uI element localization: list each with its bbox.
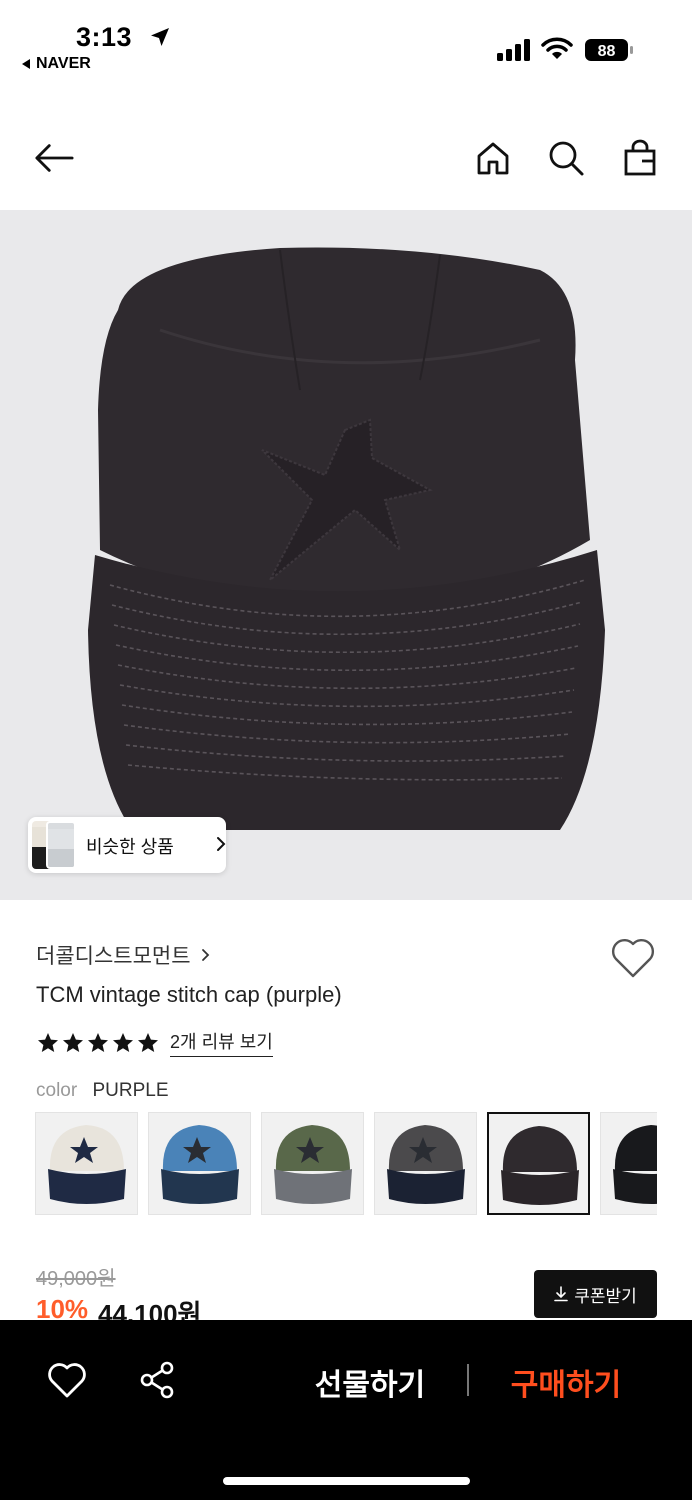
back-app-label: NAVER — [36, 55, 91, 72]
swatch-cap-image — [48, 1125, 126, 1204]
gift-button[interactable]: 선물하기 — [300, 1360, 440, 1404]
rating-row: 2개 리뷰 보기 — [36, 1028, 273, 1057]
back-to-app-link[interactable]: NAVER — [22, 55, 91, 73]
swatch-cap-image — [274, 1125, 352, 1204]
home-indicator[interactable] — [223, 1477, 470, 1485]
review-link[interactable]: 2개 리뷰 보기 — [170, 1028, 273, 1057]
back-button[interactable] — [34, 138, 74, 178]
swatch-cap-image — [613, 1125, 657, 1204]
color-label: color — [36, 1080, 78, 1101]
cart-button[interactable] — [620, 138, 660, 178]
back-triangle-icon — [22, 59, 30, 69]
battery-level: 88 — [598, 43, 616, 60]
top-navigation — [0, 120, 692, 200]
cellular-signal-icon — [497, 39, 530, 61]
brand-name: 더콜디스트모먼트 — [36, 945, 191, 968]
location-arrow-icon — [151, 28, 169, 46]
status-time: 3:13 — [76, 22, 133, 52]
back-arrow-icon — [35, 144, 74, 172]
star-rating — [36, 1031, 160, 1055]
color-swatch-charcoal-navy[interactable] — [374, 1112, 477, 1215]
original-price: 49,000원 — [36, 1268, 116, 1290]
home-icon — [477, 142, 509, 175]
wifi-icon — [541, 37, 573, 59]
swatch-cap-image — [161, 1125, 239, 1204]
search-icon — [549, 141, 584, 176]
bottom-action-bar: 선물하기 구매하기 — [0, 1320, 692, 1500]
wishlist-heart-icon[interactable] — [46, 1360, 88, 1400]
color-swatch-blue-navy[interactable] — [148, 1112, 251, 1215]
star-icon — [88, 1032, 108, 1052]
star-icon — [38, 1032, 58, 1052]
product-title: TCM vintage stitch cap (purple) — [36, 982, 342, 1007]
swatch-cap-image — [387, 1125, 465, 1204]
coupon-label: 쿠폰받기 — [574, 1286, 637, 1306]
shopping-bag-icon — [624, 139, 656, 176]
color-swatch-khaki-grey[interactable] — [261, 1112, 364, 1215]
buy-button[interactable]: 구매하기 — [496, 1360, 636, 1404]
similar-thumbnail-2 — [46, 821, 76, 869]
color-value: PURPLE — [92, 1080, 169, 1101]
home-button[interactable] — [473, 138, 513, 178]
star-icon — [63, 1032, 83, 1052]
swatch-cap-image — [501, 1126, 579, 1205]
chevron-right-icon — [217, 837, 226, 851]
similar-products-button[interactable]: 비슷한 상품 — [28, 817, 226, 873]
coupon-button[interactable]: 쿠폰받기 — [534, 1270, 657, 1318]
download-icon — [554, 1286, 569, 1302]
search-button[interactable] — [546, 138, 586, 178]
divider — [467, 1364, 469, 1396]
status-bar: 3:13 NAVER 88 — [0, 0, 692, 90]
star-icon — [138, 1032, 158, 1052]
color-option-row: color PURPLE — [36, 1080, 169, 1102]
brand-link[interactable]: 더콜디스트모먼트 — [36, 940, 210, 970]
chevron-right-icon — [201, 949, 209, 961]
product-image[interactable] — [0, 210, 692, 900]
color-swatches — [35, 1112, 657, 1216]
color-swatch-ivory-navy[interactable] — [35, 1112, 138, 1215]
color-swatch-purple[interactable] — [487, 1112, 590, 1215]
similar-products-label: 비슷한 상품 — [86, 837, 174, 857]
battery-icon: 88 — [585, 39, 633, 61]
product-photo-cap — [88, 247, 605, 830]
color-swatch-black[interactable] — [600, 1112, 657, 1215]
share-icon[interactable] — [138, 1360, 178, 1400]
wishlist-heart-icon[interactable] — [610, 936, 656, 980]
star-icon — [113, 1032, 133, 1052]
